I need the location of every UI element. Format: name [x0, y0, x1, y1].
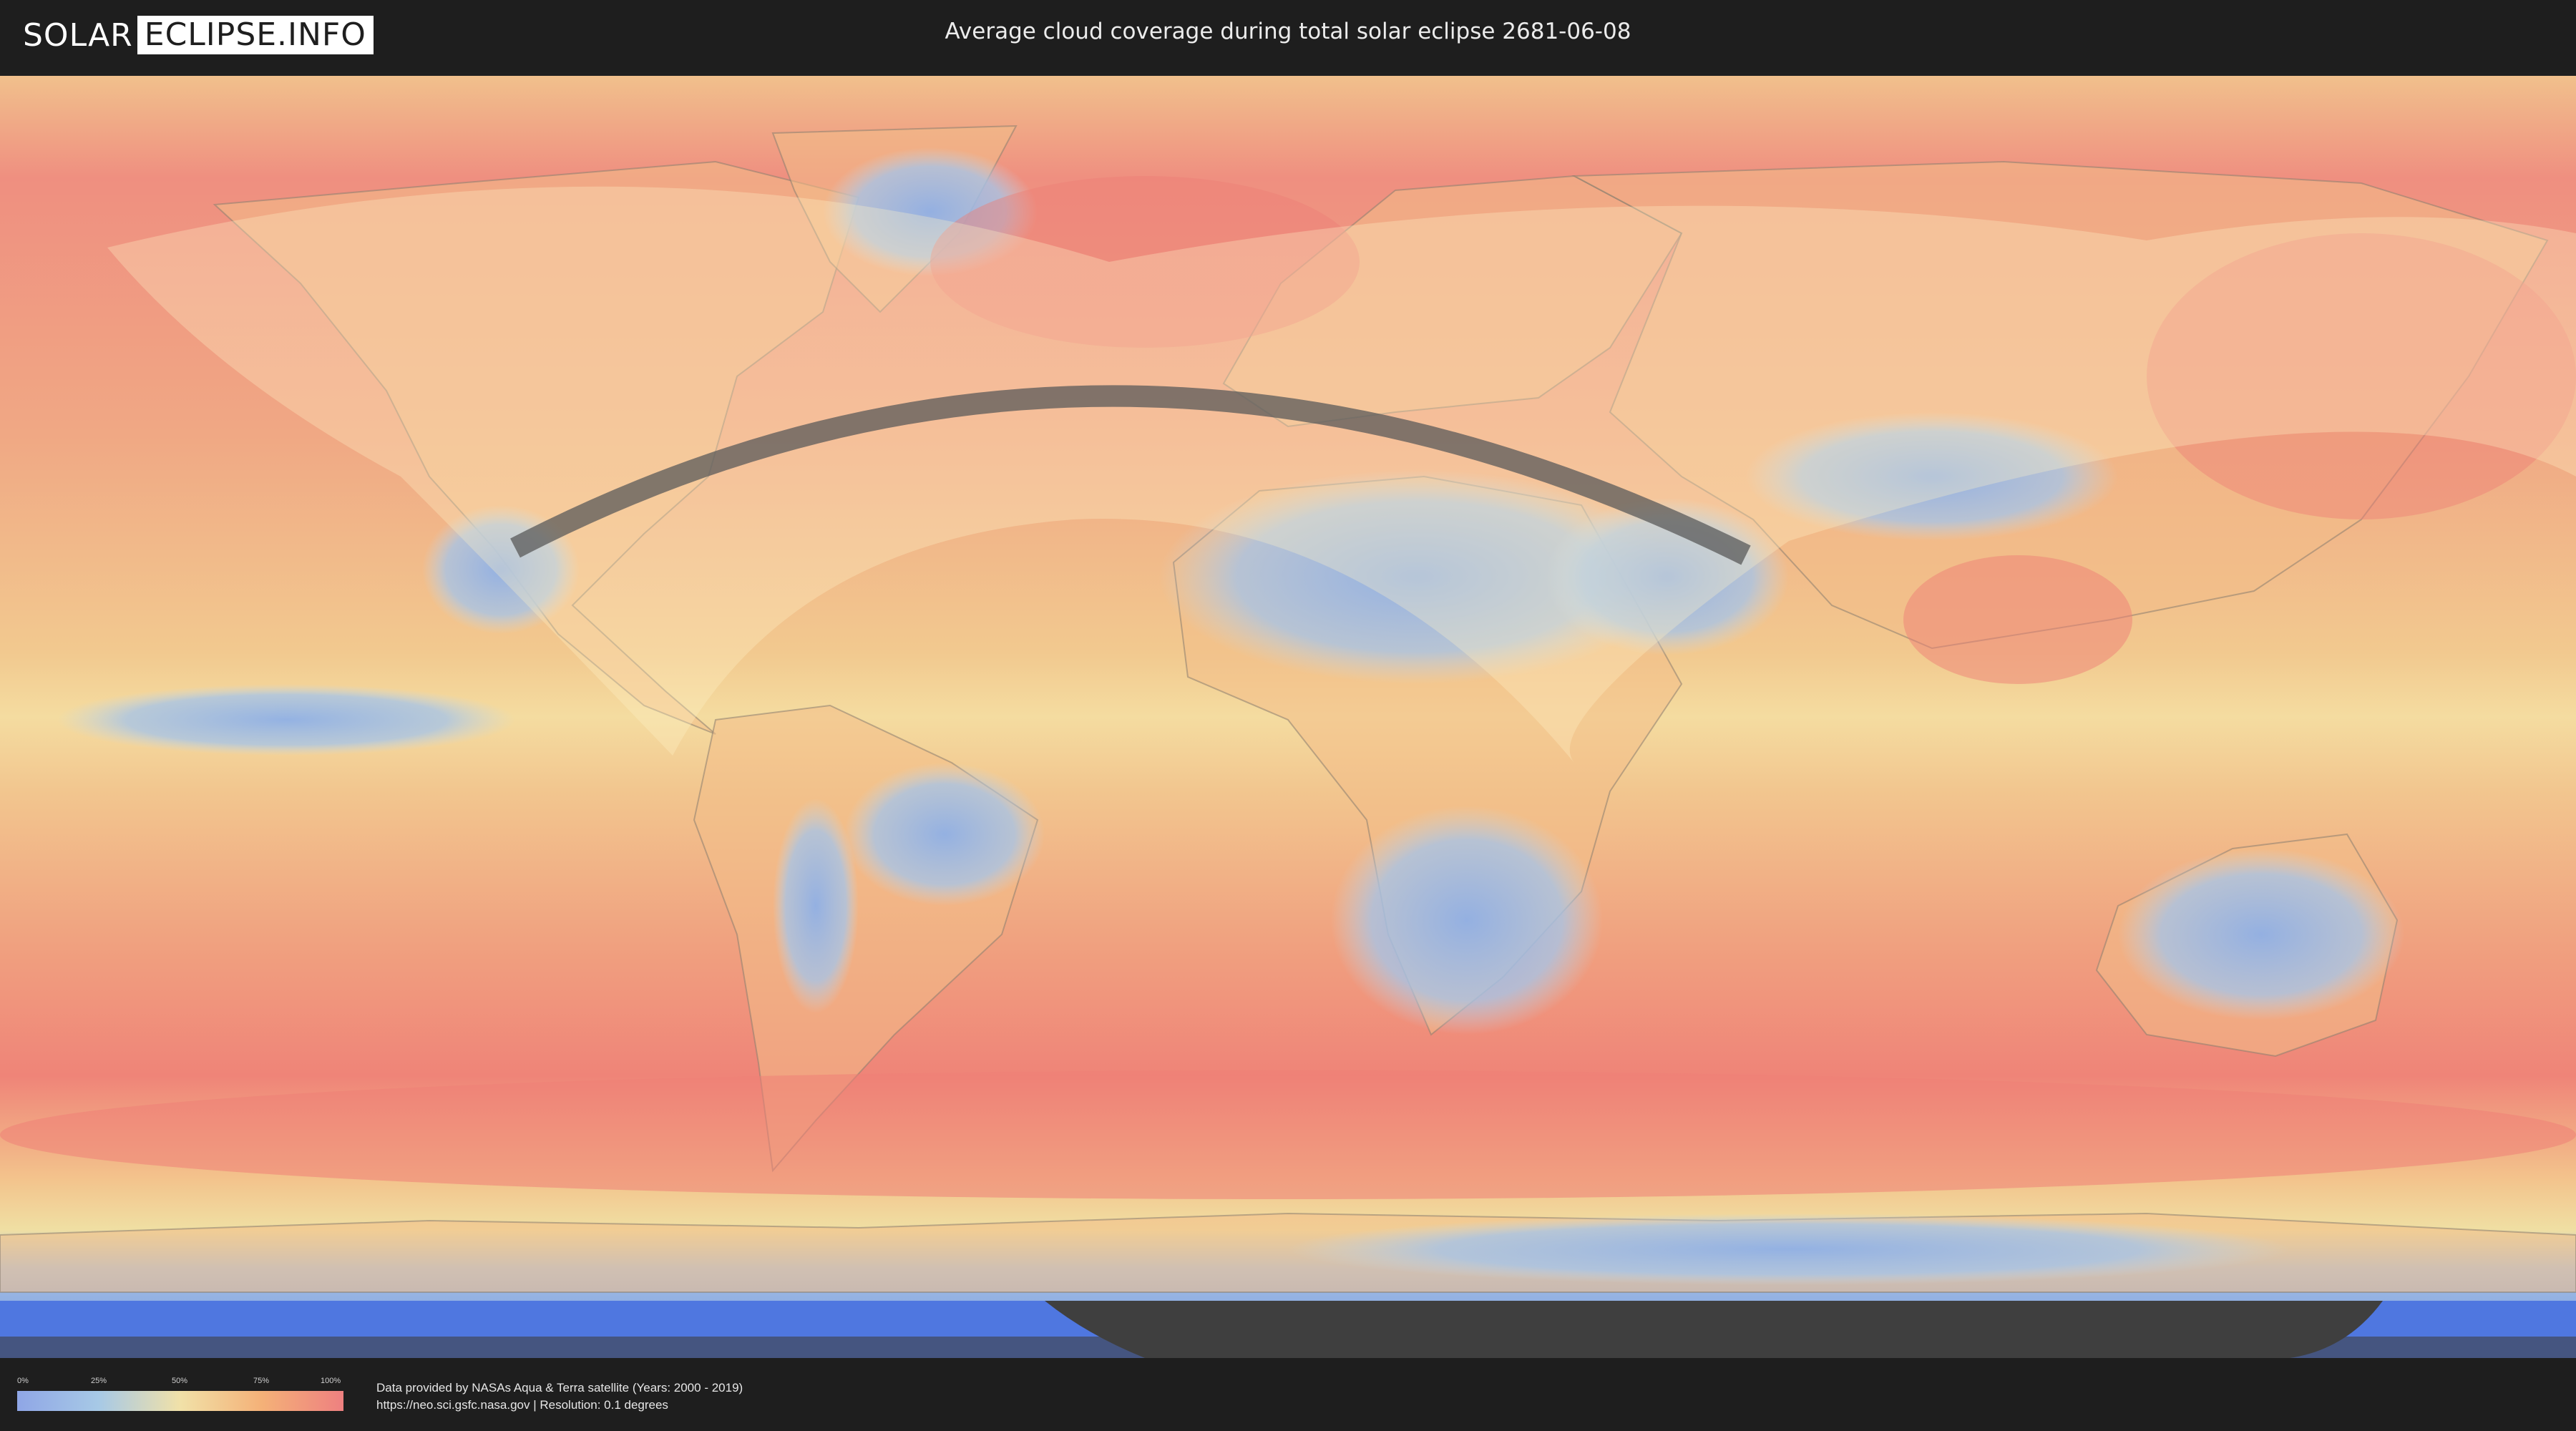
- cloud-coverage-legend: 0% 25% 50% 75% 100%: [17, 1377, 343, 1411]
- legend-tick-25: 25%: [91, 1377, 107, 1385]
- legend-tick-75: 75%: [253, 1377, 270, 1385]
- legend-ticks: 0% 25% 50% 75% 100%: [17, 1377, 343, 1387]
- polar-band: [0, 1301, 2576, 1358]
- cloudy-southern-ocean: [0, 1070, 2576, 1199]
- cloud-coverage-map: [0, 76, 2576, 1358]
- legend-tick-50: 50%: [172, 1377, 188, 1385]
- legend-tick-100: 100%: [321, 1377, 341, 1385]
- page-title: Average cloud coverage during total sola…: [945, 19, 1631, 44]
- footer-bar: 0% 25% 50% 75% 100% Data provided by NAS…: [0, 1358, 2576, 1431]
- legend-tick-0: 0%: [17, 1377, 29, 1385]
- clear-brazil: [844, 763, 1045, 906]
- clear-antarctic-rim: [1288, 1213, 2290, 1285]
- clear-southern-africa: [1331, 806, 1603, 1035]
- data-source-credit: Data provided by NASAs Aqua & Terra sate…: [376, 1379, 743, 1414]
- header-bar: SOLAR ECLIPSE.INFO Average cloud coverag…: [0, 0, 2576, 72]
- clear-andes: [773, 798, 859, 1013]
- source-line-2[interactable]: https://neo.sci.gsfc.nasa.gov | Resoluti…: [376, 1397, 743, 1414]
- cloudy-china: [1903, 555, 2132, 684]
- clear-pacific-band: [57, 684, 515, 756]
- clear-australia: [2118, 849, 2404, 1020]
- source-line-1: Data provided by NASAs Aqua & Terra sate…: [376, 1381, 743, 1395]
- legend-color-bar: [17, 1391, 343, 1411]
- map-bottom-edge: [0, 1337, 2576, 1358]
- world-map-svg: [0, 76, 2576, 1358]
